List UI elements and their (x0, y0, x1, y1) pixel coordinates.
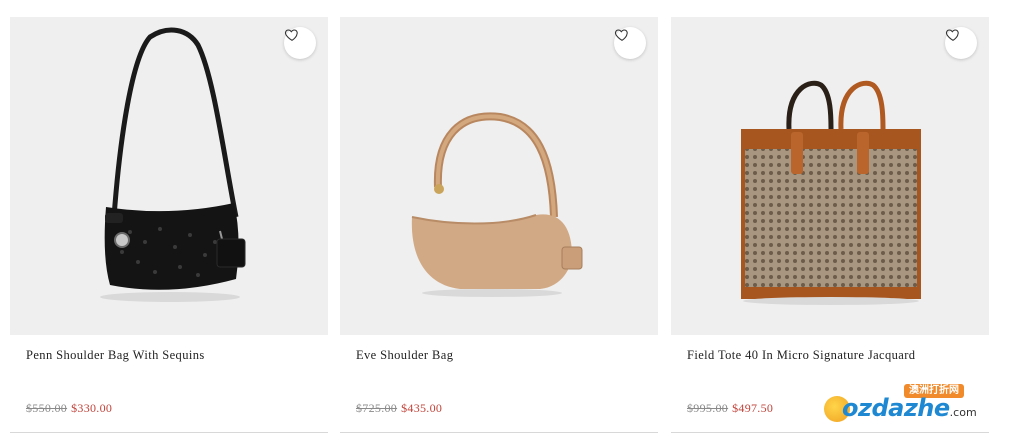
original-price: $995.00 (687, 401, 729, 415)
sale-price: $330.00 (71, 401, 113, 415)
heart-icon (614, 29, 628, 41)
divider (10, 432, 328, 433)
tan-leather-hobo-bag-image (411, 112, 583, 297)
wishlist-button[interactable] (614, 27, 646, 59)
product-name[interactable]: Field Tote 40 In Micro Signature Jacquar… (687, 348, 915, 363)
sale-price: $435.00 (401, 401, 443, 415)
black-sequin-shoulder-bag-image (100, 27, 246, 302)
watermark-text: ozdazhe.com (842, 394, 977, 422)
product-price: $995.00 $497.50 (687, 401, 773, 416)
watermark-suffix: .com (949, 406, 977, 419)
heart-icon (284, 29, 298, 41)
product-name[interactable]: Penn Shoulder Bag With Sequins (26, 348, 205, 363)
signature-jacquard-tote-image (741, 80, 921, 305)
product-price: $550.00 $330.00 (26, 401, 112, 416)
original-price: $550.00 (26, 401, 68, 415)
product-name[interactable]: Eve Shoulder Bag (356, 348, 453, 363)
original-price: $725.00 (356, 401, 398, 415)
product-image[interactable] (10, 17, 328, 335)
watermark-logo: 澳洲打折网 ozdazhe.com (822, 382, 992, 428)
watermark-name: ozdazhe (842, 394, 950, 422)
product-card[interactable]: Eve Shoulder Bag $725.00 $435.00 (340, 17, 658, 435)
product-price: $725.00 $435.00 (356, 401, 442, 416)
sale-price: $497.50 (732, 401, 774, 415)
divider (340, 432, 658, 433)
wishlist-button[interactable] (284, 27, 316, 59)
product-image[interactable] (340, 17, 658, 335)
heart-icon (945, 29, 959, 41)
wishlist-button[interactable] (945, 27, 977, 59)
product-card[interactable]: Penn Shoulder Bag With Sequins $550.00 $3… (10, 17, 328, 435)
product-card[interactable]: Field Tote 40 In Micro Signature Jacquar… (671, 17, 989, 435)
divider (671, 432, 989, 433)
product-image[interactable] (671, 17, 989, 335)
